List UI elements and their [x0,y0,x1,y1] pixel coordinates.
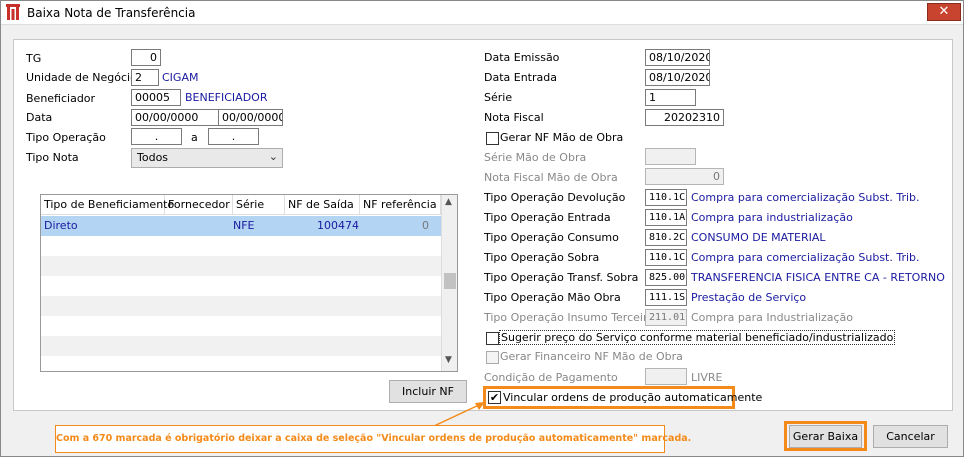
empty-row [41,336,441,356]
cell-nf-ref: 0 [422,219,429,232]
op-insumo-terceiro-desc: Compra para Industrialização [691,311,854,324]
op-entrada-field[interactable]: 110.1A [645,209,687,226]
title-bar: Baixa Nota de Transferência ✕ [1,1,963,25]
scroll-down-icon[interactable]: ▼ [445,355,452,365]
empty-row [41,316,441,336]
unidade-negocio-field[interactable]: 2 [131,69,159,86]
op-mao-obra-desc: Prestação de Serviço [691,291,807,304]
data-label: Data [26,111,53,124]
grid-scrollbar[interactable]: ▲ ▼ [441,195,457,371]
op-consumo-label: Tipo Operação Consumo [484,231,619,244]
tipo-operacao-range-sep: a [191,131,198,144]
window-title: Baixa Nota de Transferência [27,6,196,20]
unidade-negocio-label: Unidade de Negócio [26,71,137,84]
tg-label: TG [26,52,42,65]
app-icon [6,4,20,20]
op-entrada-desc: Compra para industrialização [691,211,853,224]
op-devolucao-field[interactable]: 110.1C [645,189,687,206]
gerar-nf-mao-obra-checkbox[interactable] [486,132,499,145]
nf-grid[interactable]: Tipo de Beneficiamento Fornecedor Série … [40,194,458,372]
col-fornecedor[interactable]: Fornecedor [165,195,233,215]
condicao-pagamento-field [645,368,687,385]
nf-mao-obra-field: 0 [645,168,724,185]
gerar-nf-mao-obra-label: Gerar NF Mão de Obra [500,131,624,144]
tipo-operacao-label: Tipo Operação [26,131,106,144]
empty-row [41,236,441,256]
op-insumo-terceiro-label: Tipo Operação Insumo Terceiro [484,311,654,324]
empty-row [41,256,441,276]
data-to-field[interactable]: 00/00/0000 [218,109,283,126]
table-row[interactable]: Direto NFE 100474 0 [41,216,441,236]
op-transf-sobra-label: Tipo Operação Transf. Sobra [484,271,639,284]
cell-nf-saida: 100474 [317,219,359,232]
vincular-ordens-label: Vincular ordens de produção automaticame… [503,391,763,404]
op-devolucao-desc: Compra para comercialização Subst. Trib. [691,191,920,204]
scroll-thumb[interactable] [444,273,456,289]
cancelar-button[interactable]: Cancelar [873,425,948,448]
sugerir-preco-label: Sugerir preço do Serviço conforme materi… [498,330,896,345]
grid-header: Tipo de Beneficiamento Fornecedor Série … [41,195,441,215]
serie-field[interactable]: 1 [645,89,696,106]
beneficiador-label: Beneficiador [26,92,96,105]
op-mao-obra-field[interactable]: 111.1S [645,289,687,306]
op-transf-sobra-field[interactable]: 825.00 [645,269,687,286]
nf-mao-obra-label: Nota Fiscal Mão de Obra [484,171,618,184]
col-tipo-beneficiamento[interactable]: Tipo de Beneficiamento [41,195,174,215]
op-sobra-field[interactable]: 110.1C [645,249,687,266]
close-button[interactable]: ✕ [927,3,961,21]
data-emissao-label: Data Emissão [484,51,560,64]
op-sobra-label: Tipo Operação Sobra [484,251,600,264]
nota-fiscal-field[interactable]: 20202310 [645,109,724,126]
op-consumo-desc: CONSUMO DE MATERIAL [691,231,826,244]
scroll-up-icon[interactable]: ▲ [445,197,452,207]
dialog-window: Baixa Nota de Transferência ✕ TG 0 Unida… [0,0,964,457]
data-from-field[interactable]: 00/00/0000 [131,109,225,126]
op-entrada-label: Tipo Operação Entrada [484,211,611,224]
chevron-down-icon: ⌄ [268,150,278,163]
op-transf-sobra-desc: TRANSFERENCIA FISICA ENTRE CA - RETORNO [691,271,945,284]
empty-row [41,276,441,296]
tipo-nota-value: Todos [137,151,169,164]
nota-fiscal-label: Nota Fiscal [484,111,544,124]
tg-field[interactable]: 0 [131,49,161,66]
empty-row [41,296,441,316]
op-consumo-field[interactable]: 810.2C [645,229,687,246]
serie-mao-obra-field [645,148,696,165]
sugerir-preco-checkbox[interactable] [486,332,499,345]
data-entrada-label: Data Entrada [484,71,557,84]
op-devolucao-label: Tipo Operação Devolução [484,191,626,204]
tipo-nota-select[interactable]: Todos ⌄ [131,148,283,168]
gerar-financeiro-label: Gerar Financeiro NF Mão de Obra [500,350,683,363]
condicao-pagamento-desc: LIVRE [691,371,723,384]
beneficiador-desc: BENEFICIADOR [185,91,268,104]
col-serie[interactable]: Série [233,195,285,215]
beneficiador-field[interactable]: 00005 [131,89,181,106]
col-nf-referencia[interactable]: NF referência [360,195,441,215]
annotation-note: Com a 670 marcada é obrigatório deixar a… [55,425,691,453]
serie-label: Série [484,91,513,104]
condicao-pagamento-label: Condição de Pagamento [484,371,618,384]
unidade-negocio-desc: CIGAM [162,71,199,84]
col-nf-saida[interactable]: NF de Saída [285,195,360,215]
data-emissao-field[interactable]: 08/10/2020 [645,49,710,66]
gerar-baixa-button[interactable]: Gerar Baixa [789,425,862,448]
op-mao-obra-label: Tipo Operação Mão Obra [484,291,621,304]
tipo-operacao-to-field[interactable]: . [208,128,259,145]
data-entrada-field[interactable]: 08/10/2020 [645,69,710,86]
cell-serie: NFE [233,219,255,232]
tipo-operacao-from-field[interactable]: . [131,128,182,145]
serie-mao-obra-label: Série Mão de Obra [484,151,587,164]
gerar-financeiro-checkbox [486,351,499,364]
cell-tipo: Direto [44,219,78,232]
op-insumo-terceiro-field: 211.01 [645,309,687,326]
tipo-nota-label: Tipo Nota [26,151,79,164]
op-sobra-desc: Compra para comercialização Subst. Trib. [691,251,920,264]
